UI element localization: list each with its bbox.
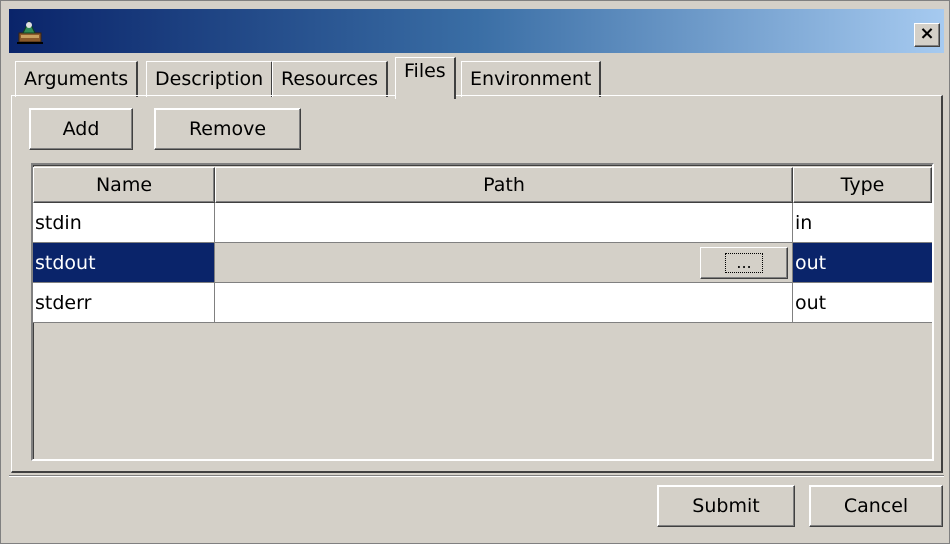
cancel-button[interactable]: Cancel xyxy=(809,485,943,527)
cell-name[interactable]: stdout xyxy=(33,243,215,283)
tab-resources[interactable]: Resources xyxy=(272,61,389,97)
tab-label: Resources xyxy=(281,68,379,90)
cell-name[interactable]: stdin xyxy=(33,203,215,243)
submit-button[interactable]: Submit xyxy=(657,485,795,527)
add-button[interactable]: Add xyxy=(29,108,133,150)
cell-type[interactable]: in xyxy=(793,203,932,243)
column-header-name[interactable]: Name xyxy=(33,167,215,203)
cancel-button-label: Cancel xyxy=(843,495,909,517)
tab-label: Arguments xyxy=(24,68,129,90)
column-header-path[interactable]: Path xyxy=(215,167,793,203)
title-bar[interactable]: × xyxy=(9,9,944,53)
tab-files[interactable]: Files xyxy=(395,57,456,99)
tab-description[interactable]: Description xyxy=(146,61,274,97)
browse-button-label: ... xyxy=(725,253,763,273)
close-button[interactable]: × xyxy=(914,23,940,47)
column-header-type[interactable]: Type xyxy=(793,167,932,203)
table-row[interactable]: stdout ... out xyxy=(33,243,932,283)
tab-label: Description xyxy=(155,68,264,90)
submit-button-label: Submit xyxy=(692,495,760,517)
cell-path[interactable] xyxy=(215,203,793,243)
table-row[interactable]: stderr out xyxy=(33,283,932,323)
cell-name[interactable]: stderr xyxy=(33,283,215,323)
remove-button-label: Remove xyxy=(188,118,267,140)
app-icon xyxy=(17,19,43,44)
dialog-window: × Arguments Description Resources Files … xyxy=(0,0,950,544)
tab-environment[interactable]: Environment xyxy=(461,61,602,97)
footer-divider xyxy=(9,475,944,477)
table-row[interactable]: stdin in xyxy=(33,203,932,243)
cell-type[interactable]: out xyxy=(793,243,932,283)
column-header-label: Path xyxy=(483,174,525,196)
cell-path[interactable] xyxy=(215,283,793,323)
add-button-label: Add xyxy=(62,118,100,140)
cell-path[interactable]: ... xyxy=(215,243,793,283)
tab-label: Environment xyxy=(470,68,592,90)
tab-label: Files xyxy=(404,60,446,82)
column-header-label: Type xyxy=(840,174,885,196)
close-icon: × xyxy=(919,23,935,44)
browse-button[interactable]: ... xyxy=(700,247,788,279)
cell-type[interactable]: out xyxy=(793,283,932,323)
tab-arguments[interactable]: Arguments xyxy=(15,61,139,97)
column-header-label: Name xyxy=(95,174,153,196)
remove-button[interactable]: Remove xyxy=(154,108,301,150)
